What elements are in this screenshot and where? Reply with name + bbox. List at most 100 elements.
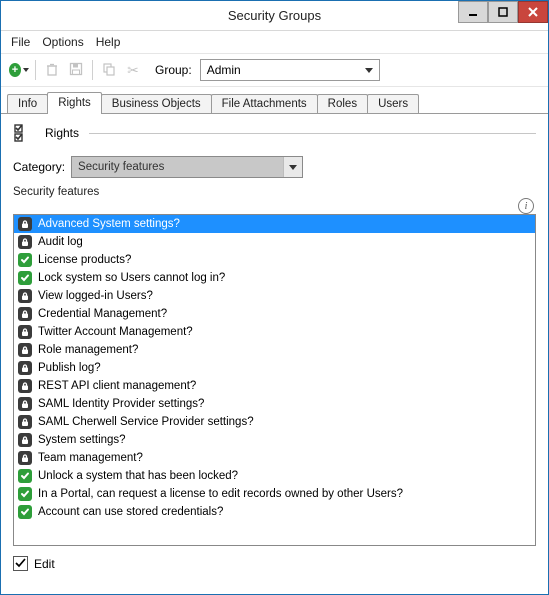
delete-button[interactable] (42, 60, 62, 80)
chevron-down-icon (365, 68, 373, 73)
feature-list-item[interactable]: Lock system so Users cannot log in? (14, 269, 535, 287)
feature-list-item-label: Advanced System settings? (38, 218, 180, 230)
toolbar: + ✂ Group: Admin (1, 54, 548, 87)
feature-list-item-label: Credential Management? (38, 308, 167, 320)
feature-list[interactable]: Advanced System settings? Audit log Licens… (13, 214, 536, 546)
category-select[interactable]: Security features (71, 156, 303, 178)
feature-list-item[interactable]: System settings? (14, 431, 535, 449)
feature-list-item[interactable]: Publish log? (14, 359, 535, 377)
feature-list-item-label: Publish log? (38, 362, 101, 374)
feature-list-item[interactable]: Credential Management? (14, 305, 535, 323)
feature-list-item-label: SAML Identity Provider settings? (38, 398, 204, 410)
check-circle-icon (18, 469, 32, 483)
feature-list-item[interactable]: Unlock a system that has been locked? (14, 467, 535, 485)
feature-list-item-label: Role management? (38, 344, 138, 356)
dropdown-caret-icon (23, 68, 29, 72)
menu-options[interactable]: Options (42, 35, 83, 49)
section-header: Rights (13, 122, 536, 144)
feature-list-item[interactable]: License products? (14, 251, 535, 269)
tab-bar: Info Rights Business Objects File Attach… (1, 89, 548, 114)
feature-list-item-label: Team management? (38, 452, 143, 464)
tab-roles[interactable]: Roles (317, 94, 368, 113)
feature-list-item-label: In a Portal, can request a license to ed… (38, 488, 403, 500)
feature-list-item-label: License products? (38, 254, 131, 266)
feature-list-item[interactable]: SAML Cherwell Service Provider settings? (14, 413, 535, 431)
close-button[interactable] (518, 1, 548, 23)
lock-icon (18, 451, 32, 465)
group-select[interactable]: Admin (200, 59, 380, 81)
menu-file[interactable]: File (11, 35, 30, 49)
feature-list-item[interactable]: View logged-in Users? (14, 287, 535, 305)
feature-list-item-label: Account can use stored credentials? (38, 506, 223, 518)
lock-icon (18, 307, 32, 321)
feature-list-item-label: Unlock a system that has been locked? (38, 470, 238, 482)
lock-icon (18, 217, 32, 231)
tab-file-attachments[interactable]: File Attachments (211, 94, 318, 113)
check-circle-icon (18, 487, 32, 501)
cut-button[interactable]: ✂ (123, 60, 143, 80)
feature-list-item-label: SAML Cherwell Service Provider settings? (38, 416, 254, 428)
feature-list-item[interactable]: REST API client management? (14, 377, 535, 395)
tab-panel-rights: Rights Category: Security features Secur… (1, 114, 548, 594)
check-circle-icon (18, 505, 32, 519)
category-row: Category: Security features (13, 156, 536, 178)
trash-icon (45, 62, 59, 79)
info-icon[interactable]: i (518, 198, 534, 214)
add-button[interactable]: + (9, 60, 29, 80)
edit-row: Edit (13, 556, 536, 571)
feature-list-item[interactable]: Team management? (14, 449, 535, 467)
window-controls (458, 1, 548, 30)
category-select-arrow (283, 157, 302, 177)
feature-list-item[interactable]: Twitter Account Management? (14, 323, 535, 341)
tab-business-objects[interactable]: Business Objects (101, 94, 212, 113)
feature-list-item[interactable]: Audit log (14, 233, 535, 251)
floppy-icon (69, 62, 83, 79)
window-title: Security Groups (1, 8, 458, 23)
feature-list-item-label: Lock system so Users cannot log in? (38, 272, 225, 284)
section-title: Rights (45, 126, 79, 140)
separator (92, 60, 93, 80)
edit-checkbox[interactable] (13, 556, 28, 571)
tab-info[interactable]: Info (7, 94, 48, 113)
category-select-value: Security features (72, 157, 284, 177)
check-circle-icon (18, 271, 32, 285)
lock-icon (18, 325, 32, 339)
lock-icon (18, 235, 32, 249)
section-divider (89, 133, 536, 134)
edit-label: Edit (34, 557, 55, 571)
tab-rights[interactable]: Rights (47, 92, 102, 113)
feature-list-item-label: System settings? (38, 434, 126, 446)
menu-help[interactable]: Help (96, 35, 121, 49)
lock-icon (18, 361, 32, 375)
chevron-down-icon (289, 165, 297, 170)
feature-list-item-label: Twitter Account Management? (38, 326, 193, 338)
copy-icon (102, 62, 116, 79)
lock-icon (18, 415, 32, 429)
feature-list-item[interactable]: In a Portal, can request a license to ed… (14, 485, 535, 503)
title-bar: Security Groups (1, 1, 548, 31)
lock-icon (18, 289, 32, 303)
maximize-button[interactable] (488, 1, 518, 23)
checklist-icon (13, 122, 35, 144)
lock-icon (18, 397, 32, 411)
lock-icon (18, 343, 32, 357)
lock-icon (18, 433, 32, 447)
feature-list-item[interactable]: Account can use stored credentials? (14, 503, 535, 521)
save-button[interactable] (66, 60, 86, 80)
list-label: Security features (13, 186, 536, 198)
feature-list-item-label: Audit log (38, 236, 83, 248)
feature-list-item[interactable]: Advanced System settings? (14, 215, 535, 233)
category-label: Category: (13, 160, 65, 174)
plus-icon: + (9, 63, 21, 77)
scissors-icon: ✂ (127, 62, 139, 79)
feature-list-item-label: View logged-in Users? (38, 290, 153, 302)
copy-button[interactable] (99, 60, 119, 80)
group-label: Group: (155, 63, 192, 77)
minimize-button[interactable] (458, 1, 488, 23)
feature-list-item[interactable]: SAML Identity Provider settings? (14, 395, 535, 413)
feature-list-item-label: REST API client management? (38, 380, 196, 392)
tab-users[interactable]: Users (367, 94, 419, 113)
menu-bar: File Options Help (1, 31, 548, 54)
lock-icon (18, 379, 32, 393)
feature-list-item[interactable]: Role management? (14, 341, 535, 359)
